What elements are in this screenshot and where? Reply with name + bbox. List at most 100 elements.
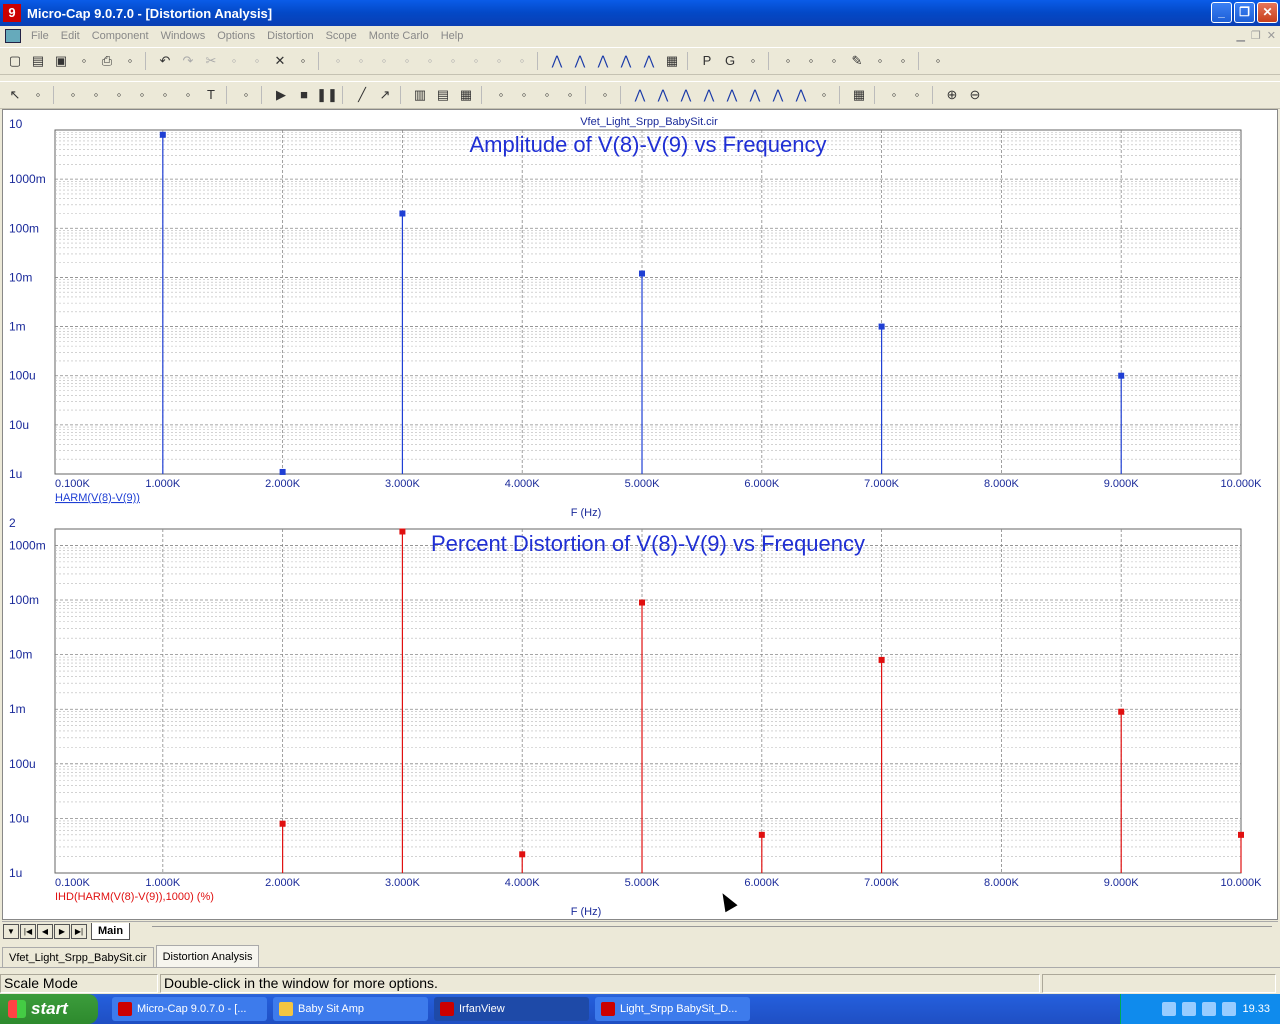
pause-icon[interactable]: ❚❚: [316, 84, 338, 106]
tab-nav-dropdown[interactable]: ▼: [3, 924, 19, 939]
delete-icon[interactable]: ✕: [269, 50, 291, 72]
slope-icon[interactable]: ⋀: [721, 84, 743, 106]
high-icon[interactable]: ◦: [536, 84, 558, 106]
doc-tab-circuit[interactable]: Vfet_Light_Srpp_BabySit.cir: [2, 947, 154, 967]
horizontal-scrollbar[interactable]: [152, 926, 1272, 938]
grid-icon[interactable]: ◦: [742, 50, 764, 72]
inflection-icon[interactable]: ⋀: [744, 84, 766, 106]
undo-icon[interactable]: ↶: [154, 50, 176, 72]
preview-icon[interactable]: ◦: [119, 50, 141, 72]
tab-nav-last[interactable]: ▶|: [71, 924, 87, 939]
run-icon[interactable]: ▶: [270, 84, 292, 106]
transistor-icon[interactable]: ◦: [442, 50, 464, 72]
window-icon[interactable]: ⋀: [615, 50, 637, 72]
min-icon[interactable]: ⋀: [790, 84, 812, 106]
tab-nav-first[interactable]: |◀: [20, 924, 36, 939]
start-button[interactable]: start: [0, 994, 98, 1024]
tab-nav-next[interactable]: ▶: [54, 924, 70, 939]
poly-icon[interactable]: ◦: [154, 84, 176, 106]
menu-windows[interactable]: Windows: [155, 30, 212, 42]
menu-options[interactable]: Options: [211, 30, 261, 42]
document-icon[interactable]: [5, 29, 21, 43]
tile-h-icon[interactable]: ⋀: [546, 50, 568, 72]
tab-nav-prev[interactable]: ◀: [37, 924, 53, 939]
mdi-close-icon[interactable]: ✕: [1267, 29, 1276, 42]
calc-icon[interactable]: ▦: [661, 50, 683, 72]
analysis-icon[interactable]: ◦: [869, 50, 891, 72]
max-icon[interactable]: ⋀: [767, 84, 789, 106]
paste-icon[interactable]: ◦: [246, 50, 268, 72]
plot-window[interactable]: Vfet_Light_Srpp_BabySit.cir 1u 10u 100u 1m 10…: [2, 109, 1278, 920]
tile-v-icon[interactable]: ⋀: [569, 50, 591, 72]
menu-distortion[interactable]: Distortion: [261, 30, 319, 42]
mdi-restore-icon[interactable]: ❐: [1251, 29, 1261, 42]
g-icon[interactable]: G: [719, 50, 741, 72]
stop-icon[interactable]: ■: [293, 84, 315, 106]
source-icon[interactable]: ◦: [488, 50, 510, 72]
grid2-icon[interactable]: ▤: [432, 84, 454, 106]
menu-monte-carlo[interactable]: Monte Carlo: [363, 30, 435, 42]
plots-svg[interactable]: Vfet_Light_Srpp_BabySit.cir 1u 10u 100u 1m 10…: [3, 110, 1277, 919]
tray-network-icon[interactable]: [1162, 1002, 1177, 1016]
text-icon[interactable]: ◦: [292, 50, 314, 72]
text-tool-icon[interactable]: T: [200, 84, 222, 106]
wave-icon[interactable]: ◦: [800, 50, 822, 72]
menu-edit[interactable]: Edit: [55, 30, 86, 42]
inductor-icon[interactable]: ◦: [396, 50, 418, 72]
tag-right-icon[interactable]: ◦: [906, 84, 928, 106]
export-icon[interactable]: ◦: [927, 50, 949, 72]
graph-icon[interactable]: ◦: [177, 84, 199, 106]
opamp-icon[interactable]: ◦: [465, 50, 487, 72]
doc-tab-distortion[interactable]: Distortion Analysis: [155, 945, 260, 967]
tag-left-icon[interactable]: ◦: [883, 84, 905, 106]
vf-icon[interactable]: ◦: [892, 50, 914, 72]
bandwidth-icon[interactable]: ◦: [108, 84, 130, 106]
capacitor-icon[interactable]: ◦: [373, 50, 395, 72]
cut-icon[interactable]: ✂: [200, 50, 222, 72]
valley-find-icon[interactable]: ⋀: [698, 84, 720, 106]
clock[interactable]: 19.33: [1242, 1003, 1270, 1015]
redo-icon[interactable]: ↷: [177, 50, 199, 72]
zoom-in-icon[interactable]: ⊕: [941, 84, 963, 106]
task-microcap[interactable]: Micro-Cap 9.0.7.0 - [...: [112, 997, 267, 1021]
task-irfanview[interactable]: IrfanView: [434, 997, 589, 1021]
valley-icon[interactable]: ◦: [513, 84, 535, 106]
cursor2-icon[interactable]: ⋀: [652, 84, 674, 106]
chart-icon[interactable]: ◦: [594, 84, 616, 106]
p-icon[interactable]: P: [696, 50, 718, 72]
grid-select-icon[interactable]: ◦: [27, 84, 49, 106]
step-icon[interactable]: ◦: [131, 84, 153, 106]
restore-button[interactable]: ❐: [1234, 2, 1255, 23]
wire-icon[interactable]: ◦: [327, 50, 349, 72]
minimize-button[interactable]: _: [1211, 2, 1232, 23]
save-icon[interactable]: ▣: [50, 50, 72, 72]
table-icon[interactable]: ▦: [848, 84, 870, 106]
new-icon[interactable]: ▢: [4, 50, 26, 72]
menu-scope[interactable]: Scope: [320, 30, 363, 42]
tray-volume-icon[interactable]: [1182, 1002, 1197, 1016]
open-icon[interactable]: ▤: [27, 50, 49, 72]
tray-security-icon[interactable]: [1222, 1002, 1237, 1016]
globe-icon[interactable]: ◦: [813, 84, 835, 106]
menu-component[interactable]: Component: [86, 30, 155, 42]
grid1-icon[interactable]: ▥: [409, 84, 431, 106]
mdi-minimize-icon[interactable]: ▁: [1236, 29, 1244, 42]
task-folder[interactable]: Baby Sit Amp: [273, 997, 428, 1021]
grid3-icon[interactable]: ▦: [455, 84, 477, 106]
low-icon[interactable]: ◦: [559, 84, 581, 106]
tab-main[interactable]: Main: [91, 923, 131, 940]
zoom-out-icon[interactable]: ⊖: [964, 84, 986, 106]
line-icon[interactable]: ╱: [351, 84, 373, 106]
scale-icon[interactable]: ◦: [62, 84, 84, 106]
window2-icon[interactable]: ⋀: [638, 50, 660, 72]
pen-icon[interactable]: ✎: [846, 50, 868, 72]
menu-file[interactable]: File: [25, 30, 55, 42]
peak-find-icon[interactable]: ⋀: [675, 84, 697, 106]
cascade-icon[interactable]: ⋀: [592, 50, 614, 72]
cursor1-icon[interactable]: ⋀: [629, 84, 651, 106]
select-icon[interactable]: ↖: [4, 84, 26, 106]
save-all-icon[interactable]: ◦: [73, 50, 95, 72]
tray-bluetooth-icon[interactable]: [1202, 1002, 1217, 1016]
props-icon[interactable]: ◦: [777, 50, 799, 72]
ground-icon[interactable]: ◦: [511, 50, 533, 72]
